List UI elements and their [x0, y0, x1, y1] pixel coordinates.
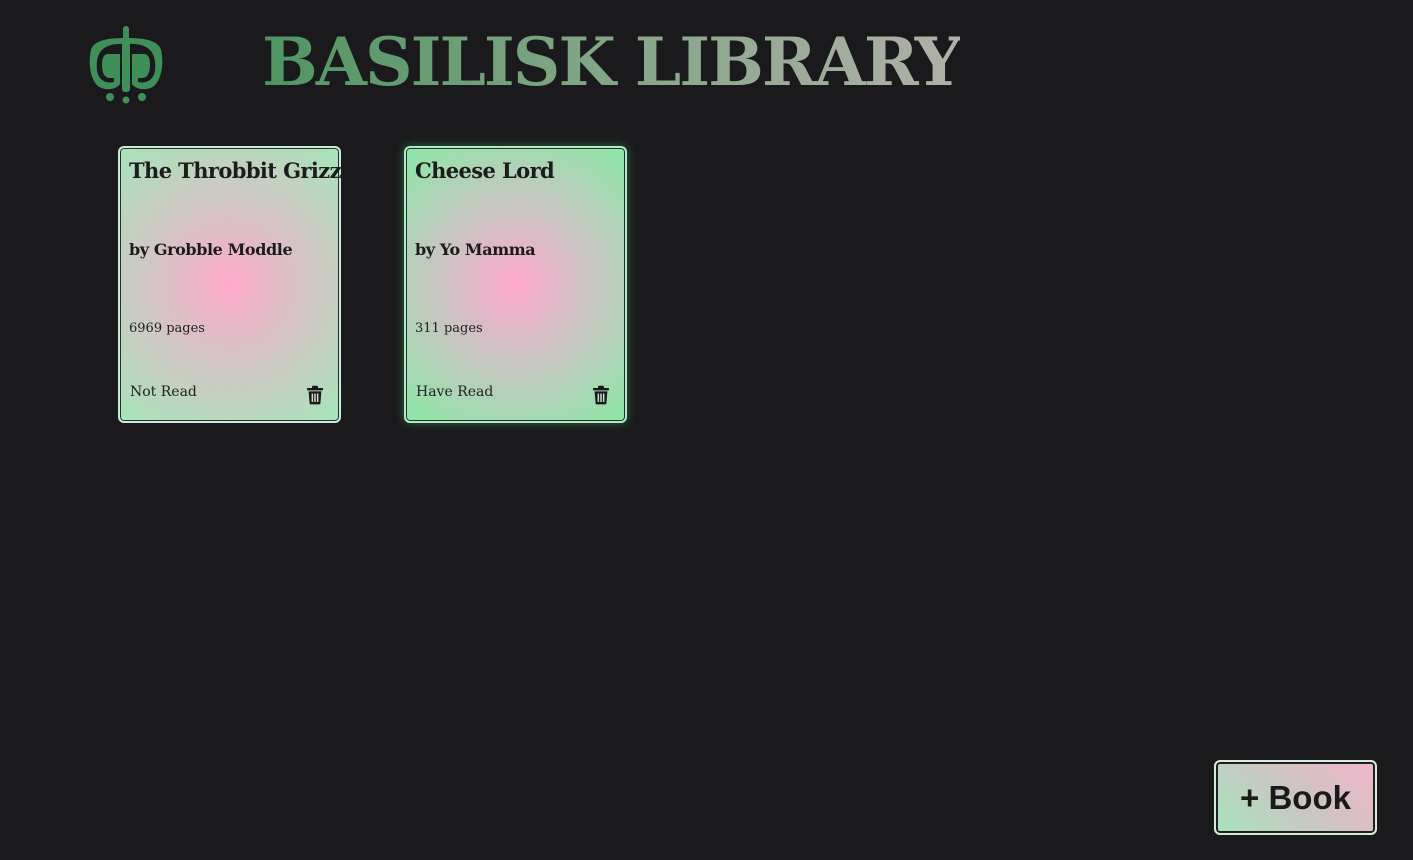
book-author: by Yo Mamma	[415, 240, 536, 259]
book-pages: 6969 pages	[129, 321, 205, 336]
site-title: BASILISK LIBRARY	[262, 23, 962, 101]
basilisk-logo-icon	[86, 24, 166, 104]
book-pages: 311 pages	[415, 321, 483, 336]
trash-icon	[593, 385, 609, 405]
trash-icon	[307, 385, 323, 405]
book-card: The Throbbit Grizz by Grobble Moddle 696…	[118, 146, 342, 423]
read-status-toggle[interactable]: Not Read	[130, 384, 197, 400]
book-card: Cheese Lord by Yo Mamma 311 pages Have R…	[404, 146, 627, 423]
read-status-toggle[interactable]: Have Read	[416, 384, 493, 400]
book-title: Cheese Lord	[415, 158, 555, 183]
delete-book-button[interactable]	[306, 385, 324, 405]
add-book-button[interactable]: + Book	[1214, 760, 1377, 835]
delete-book-button[interactable]	[592, 385, 610, 405]
book-author: by Grobble Moddle	[129, 240, 293, 259]
book-title: The Throbbit Grizz	[129, 158, 342, 183]
